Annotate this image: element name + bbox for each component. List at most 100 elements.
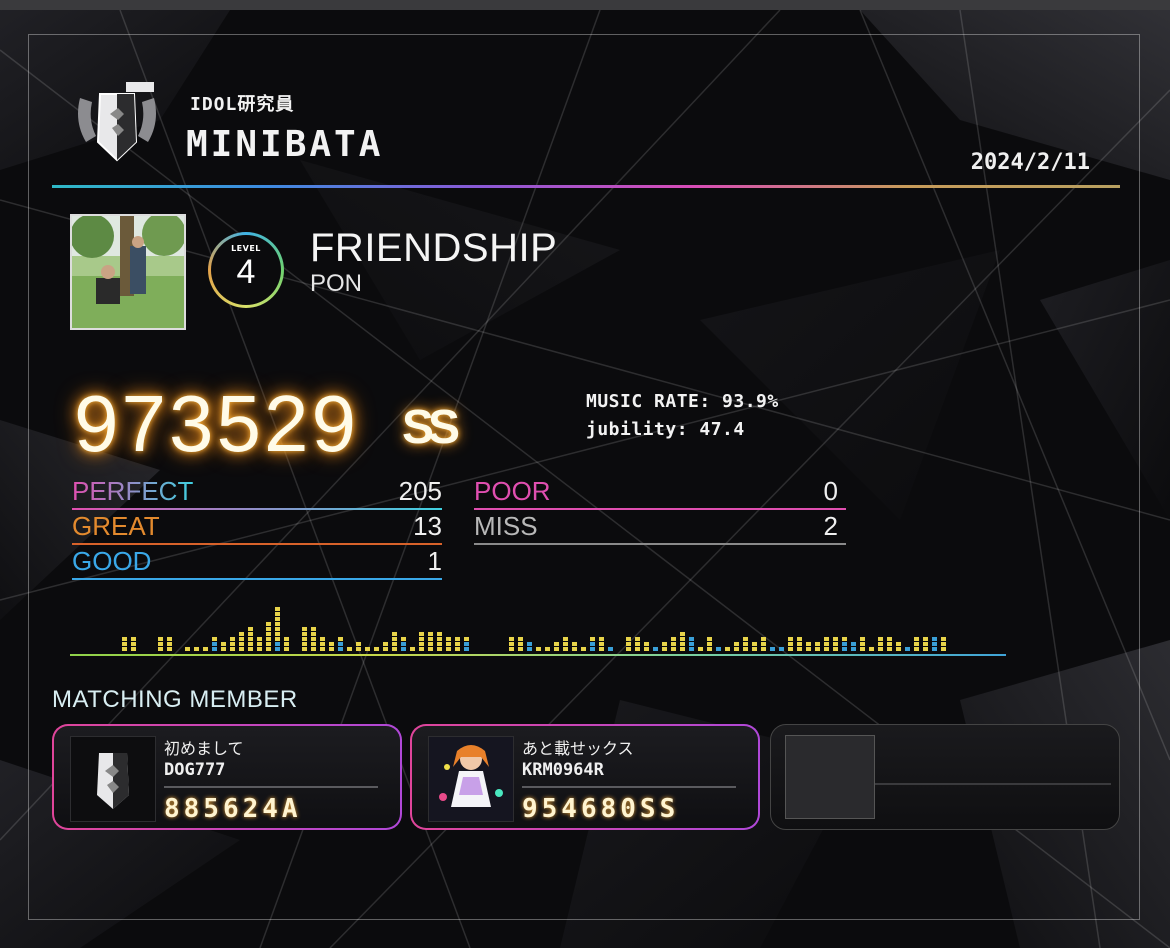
graph-cell [311, 642, 316, 646]
graph-cell [572, 642, 577, 646]
judge-row-good: GOOD 1 [72, 546, 442, 580]
judge-row-miss: MISS 2 [474, 511, 846, 545]
judge-underline [72, 508, 442, 510]
graph-cell [626, 637, 631, 641]
graph-cell [275, 612, 280, 616]
matching-member-title: MATCHING MEMBER [52, 686, 298, 713]
graph-cell [914, 642, 919, 646]
graph-cell [680, 632, 685, 636]
graph-cell [320, 647, 325, 651]
graph-cell [887, 642, 892, 646]
player-title: IDOL研究員 [190, 94, 295, 115]
graph-cell [275, 632, 280, 636]
graph-cell [563, 637, 568, 641]
graph-cell [374, 647, 379, 651]
graph-cell [248, 627, 253, 631]
graph-cell [518, 642, 523, 646]
member-title: あと載せックス [522, 739, 634, 758]
graph-cell [878, 642, 883, 646]
graph-cell [212, 637, 217, 641]
graph-cell [770, 647, 775, 651]
graph-cell [311, 627, 316, 631]
graph-cell [131, 642, 136, 646]
graph-cell [230, 637, 235, 641]
judge-label-perfect: PERFECT [72, 476, 194, 506]
graph-cell [509, 637, 514, 641]
graph-cell [284, 647, 289, 651]
graph-cell [923, 637, 928, 641]
graph-cell [338, 637, 343, 641]
graph-cell [932, 637, 937, 641]
graph-cell [221, 642, 226, 646]
graph-cell [833, 637, 838, 641]
graph-cell [248, 637, 253, 641]
graph-cell [401, 647, 406, 651]
graph-cell [554, 647, 559, 651]
graph-cell [851, 647, 856, 651]
graph-cell [698, 647, 703, 651]
song-artist: PON [310, 270, 363, 297]
graph-cell [329, 642, 334, 646]
graph-cell [428, 647, 433, 651]
graph-cell [392, 632, 397, 636]
matching-member-card-1[interactable]: 初めまして DOG777 885624A [52, 724, 402, 830]
graph-cell [581, 647, 586, 651]
member-score: 885624A [164, 794, 302, 824]
graph-cell [662, 642, 667, 646]
graph-cell [743, 642, 748, 646]
graph-cell [275, 627, 280, 631]
graph-cell [437, 632, 442, 636]
graph-cell [248, 632, 253, 636]
graph-cell [815, 642, 820, 646]
graph-cell [311, 637, 316, 641]
graph-cell [788, 647, 793, 651]
graph-cell [266, 622, 271, 626]
graph-cell [329, 647, 334, 651]
graph-cell [923, 642, 928, 646]
judge-value-miss: 2 [823, 511, 838, 541]
graph-cell [419, 632, 424, 636]
graph-cell [338, 647, 343, 651]
judge-underline [474, 508, 846, 510]
graph-cell [455, 642, 460, 646]
graph-cell [608, 647, 613, 651]
graph-cell [590, 642, 595, 646]
graph-cell [707, 642, 712, 646]
graph-cell [284, 637, 289, 641]
graph-cell [275, 637, 280, 641]
graph-cell [671, 647, 676, 651]
graph-cell [716, 647, 721, 651]
matching-member-card-2[interactable]: あと載せックス KRM0964R 954680SS [410, 724, 760, 830]
graph-cell [815, 647, 820, 651]
graph-cell [248, 642, 253, 646]
graph-cell [626, 647, 631, 651]
graph-cell [761, 637, 766, 641]
graph-cell [599, 642, 604, 646]
graph-cell [941, 647, 946, 651]
graph-cell [653, 647, 658, 651]
graph-cell [689, 642, 694, 646]
level-badge: LEVEL 4 [208, 232, 284, 308]
graph-cell [842, 642, 847, 646]
graph-cell [878, 647, 883, 651]
graph-cell [527, 642, 532, 646]
graph-cell [437, 637, 442, 641]
graph-cell [824, 647, 829, 651]
judge-underline [72, 578, 442, 580]
graph-cell [662, 647, 667, 651]
judge-underline [474, 543, 846, 545]
score-value: 973529 [74, 379, 359, 468]
graph-cell [428, 632, 433, 636]
graph-cell [941, 642, 946, 646]
graph-cell [806, 642, 811, 646]
graph-cell [833, 647, 838, 651]
graph-cell [806, 647, 811, 651]
graph-cell [239, 647, 244, 651]
graph-cell [464, 647, 469, 651]
graph-cell [302, 642, 307, 646]
player-name: MINIBATA [186, 124, 384, 165]
graph-cell [725, 647, 730, 651]
graph-cell [437, 647, 442, 651]
graph-cell [212, 642, 217, 646]
graph-cell [320, 642, 325, 646]
